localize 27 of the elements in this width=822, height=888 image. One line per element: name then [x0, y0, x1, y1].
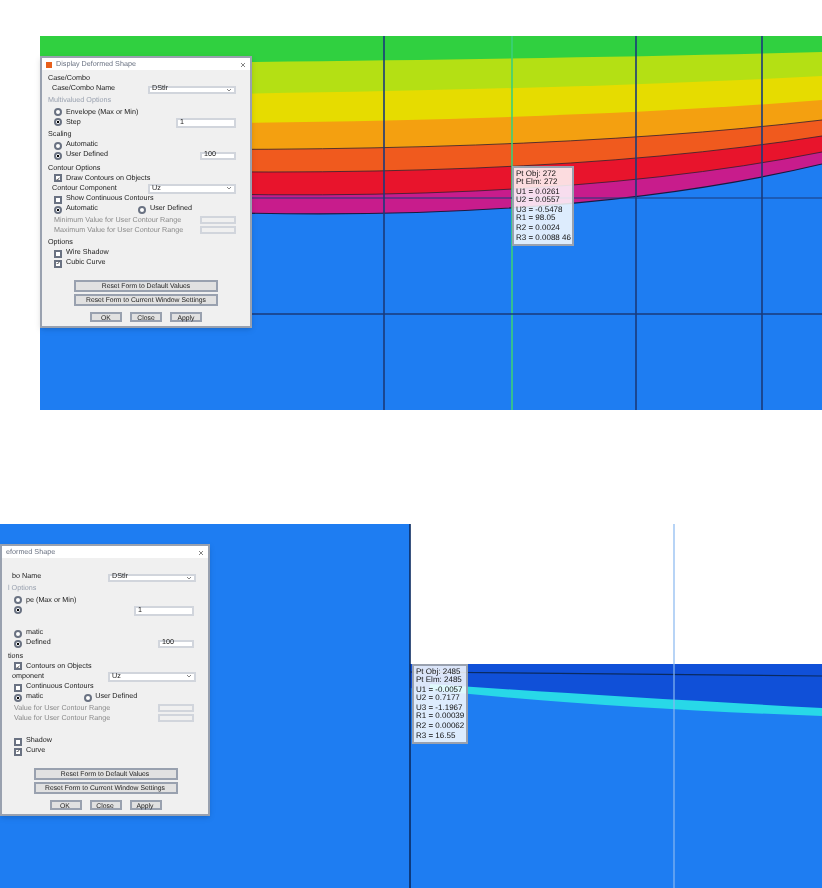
- input-field[interactable]: [158, 713, 194, 723]
- checkbox[interactable]: [14, 683, 22, 692]
- checkbox[interactable]: [14, 747, 22, 756]
- radio-button[interactable]: [14, 606, 22, 615]
- close-icon[interactable]: [240, 61, 246, 67]
- radio-button[interactable]: [137, 205, 146, 214]
- checkbox[interactable]: [54, 249, 62, 258]
- checkbox[interactable]: [54, 174, 62, 183]
- checkbox[interactable]: [14, 737, 22, 746]
- checkbox[interactable]: [54, 195, 62, 204]
- radio-button[interactable]: [14, 629, 22, 638]
- radio-button[interactable]: [14, 639, 22, 648]
- radio-button[interactable]: [54, 118, 62, 127]
- radio-button[interactable]: [14, 693, 22, 702]
- close-icon[interactable]: [198, 549, 204, 555]
- radio-button[interactable]: [54, 205, 62, 214]
- checkbox[interactable]: [54, 259, 62, 268]
- radio-button[interactable]: [54, 151, 62, 160]
- radio-button[interactable]: [54, 141, 62, 150]
- radio-button[interactable]: [54, 108, 62, 117]
- checkbox[interactable]: [14, 662, 22, 671]
- input-field[interactable]: [200, 225, 236, 235]
- input-field[interactable]: [200, 215, 236, 225]
- radio-button[interactable]: [14, 596, 22, 605]
- radio-button[interactable]: [83, 693, 92, 702]
- app-icon: [46, 61, 52, 67]
- input-field[interactable]: [158, 703, 194, 713]
